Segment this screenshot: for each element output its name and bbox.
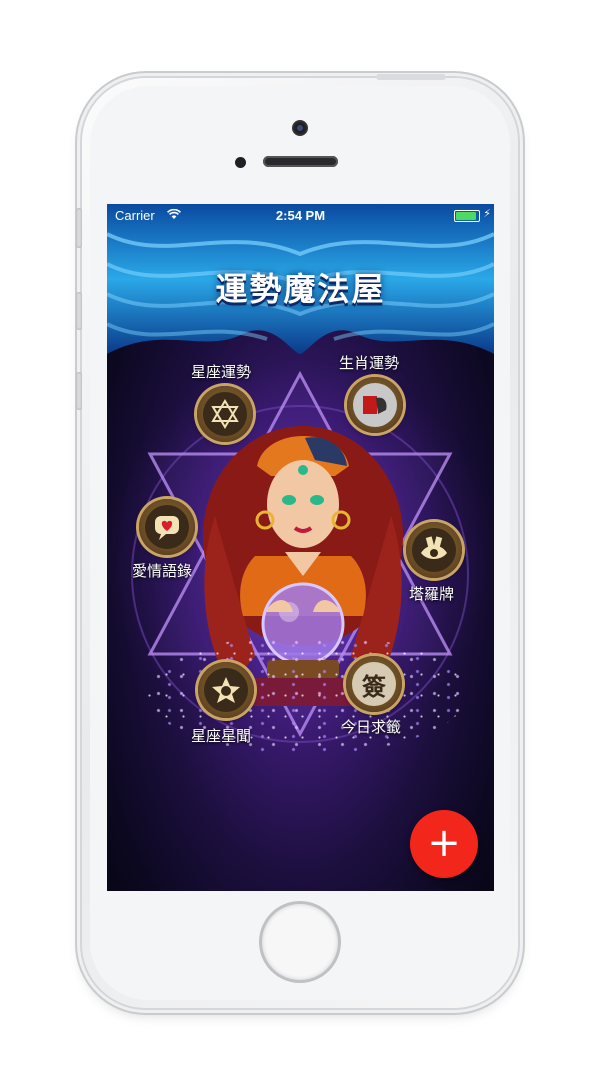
add-fab-button[interactable]: +	[410, 810, 478, 878]
volume-up-button	[76, 292, 82, 330]
daily-lot-label: 今日求籤	[341, 718, 402, 736]
status-bar: Carrier 2:54 PM ⚡	[107, 204, 494, 226]
app-title: 運勢魔法屋	[215, 270, 386, 308]
app-screen: Carrier 2:54 PM ⚡ 運勢魔法屋 星座運勢 生肖運勢 愛情語錄 塔…	[107, 204, 494, 891]
astro-news-label: 星座星聞	[191, 727, 252, 745]
love-quotes-label: 愛情語錄	[132, 562, 193, 580]
tarot-button[interactable]	[406, 522, 462, 578]
mute-switch	[76, 208, 82, 248]
hexagram-icon	[203, 392, 247, 436]
horoscope-label: 星座運勢	[191, 363, 252, 381]
proximity-sensor	[235, 157, 246, 168]
zodiac-label: 生肖運勢	[339, 354, 400, 372]
daily-lot-button[interactable]: 簽	[346, 656, 402, 712]
tarot-eye-icon	[412, 528, 456, 572]
home-button[interactable]	[262, 904, 338, 980]
battery-icon	[454, 210, 480, 222]
star-globe-icon	[204, 668, 248, 712]
lot-icon-text: 簽	[362, 672, 386, 701]
heart-chat-icon	[145, 505, 189, 549]
zodiac-icon	[353, 383, 397, 427]
clock: 2:54 PM	[275, 208, 326, 223]
horoscope-button[interactable]	[197, 386, 253, 442]
earpiece-speaker	[263, 156, 338, 167]
tarot-label: 塔羅牌	[409, 585, 455, 603]
love-quotes-button[interactable]	[139, 499, 195, 555]
astro-news-button[interactable]	[198, 662, 254, 718]
zodiac-button[interactable]	[347, 377, 403, 433]
volume-down-button	[76, 372, 82, 410]
lot-icon: 簽	[352, 662, 396, 706]
battery-level	[456, 212, 476, 220]
front-camera	[292, 120, 308, 136]
charging-icon: ⚡	[483, 207, 491, 220]
power-button	[376, 74, 446, 80]
